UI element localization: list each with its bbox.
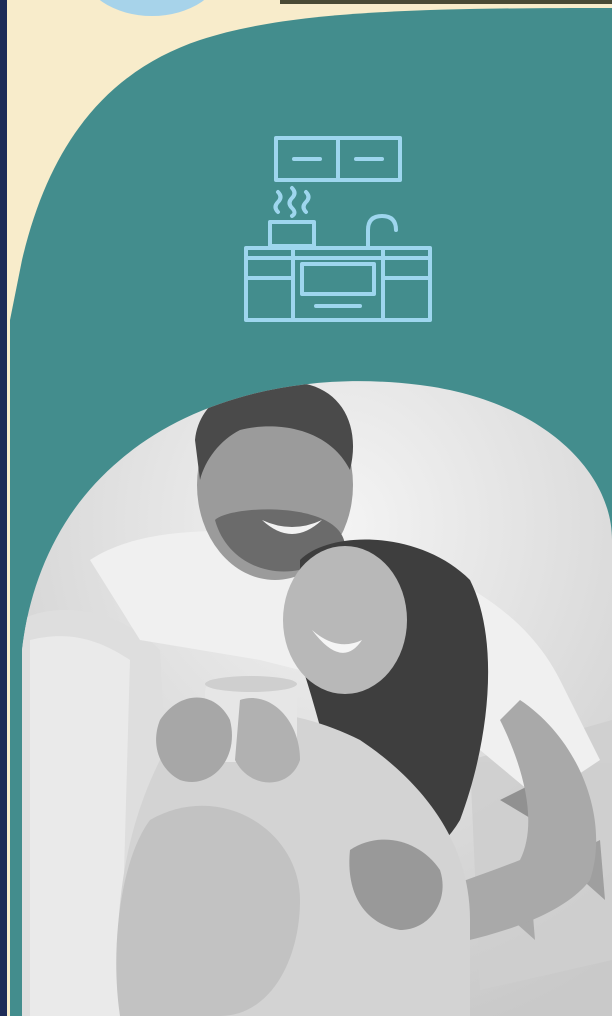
couple-photo [22,381,612,1016]
